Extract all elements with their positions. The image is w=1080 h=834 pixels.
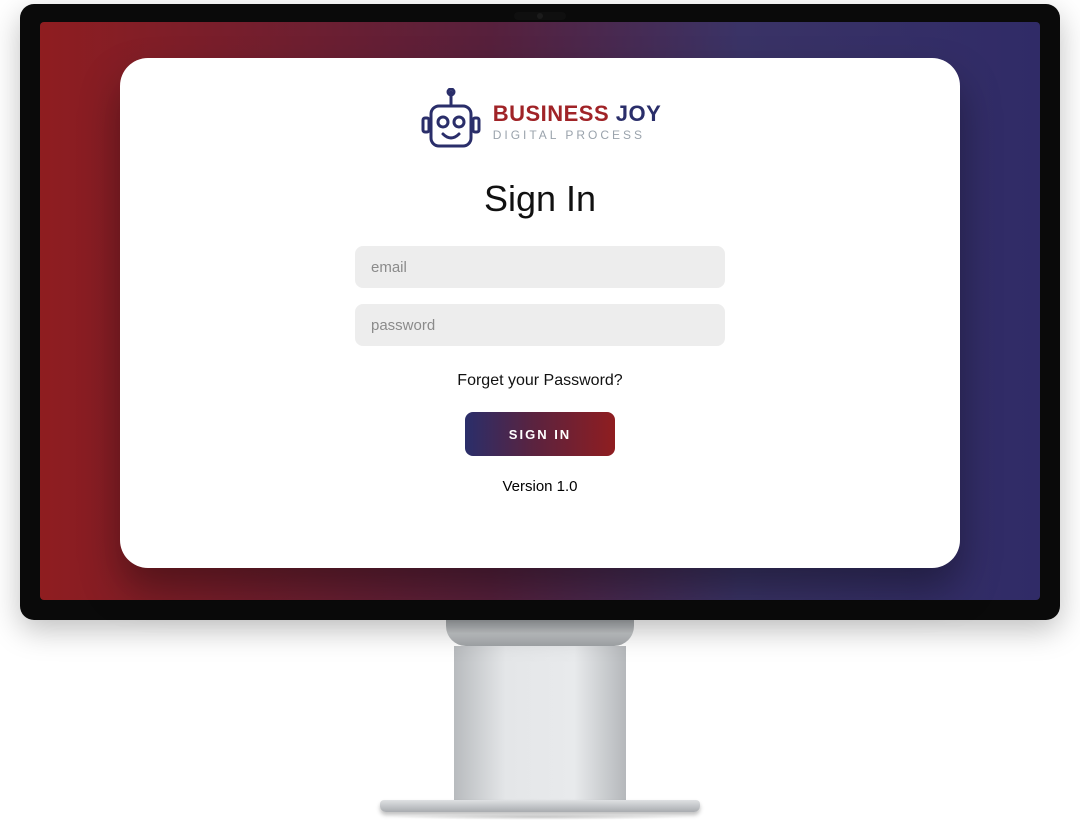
brand-title: BUSINESS JOY (493, 103, 662, 125)
brand-subtitle: DIGITAL PROCESS (493, 129, 662, 141)
login-card: BUSINESS JOY DIGITAL PROCESS Sign In For… (120, 58, 960, 568)
version-label: Version 1.0 (502, 478, 577, 495)
brand-title-business: BUSINESS (493, 101, 616, 126)
monitor-bezel: BUSINESS JOY DIGITAL PROCESS Sign In For… (20, 4, 1060, 620)
brand-title-joy: JOY (616, 101, 662, 126)
brand-text: BUSINESS JOY DIGITAL PROCESS (493, 103, 662, 141)
robot-icon (419, 88, 483, 156)
camera-notch (514, 12, 566, 20)
password-field[interactable] (355, 304, 725, 346)
monitor-frame: BUSINESS JOY DIGITAL PROCESS Sign In For… (20, 4, 1060, 820)
stand-shadow (390, 814, 690, 820)
stand-hinge (446, 618, 634, 646)
stand-neck (454, 646, 626, 802)
email-field[interactable] (355, 246, 725, 288)
signin-button[interactable]: SIGN IN (465, 412, 615, 456)
signin-heading: Sign In (484, 178, 596, 220)
stand-base (380, 800, 700, 812)
monitor-stand (20, 618, 1060, 820)
screen-background: BUSINESS JOY DIGITAL PROCESS Sign In For… (40, 22, 1040, 600)
brand-logo: BUSINESS JOY DIGITAL PROCESS (419, 88, 662, 156)
forgot-password-link[interactable]: Forget your Password? (457, 372, 622, 390)
